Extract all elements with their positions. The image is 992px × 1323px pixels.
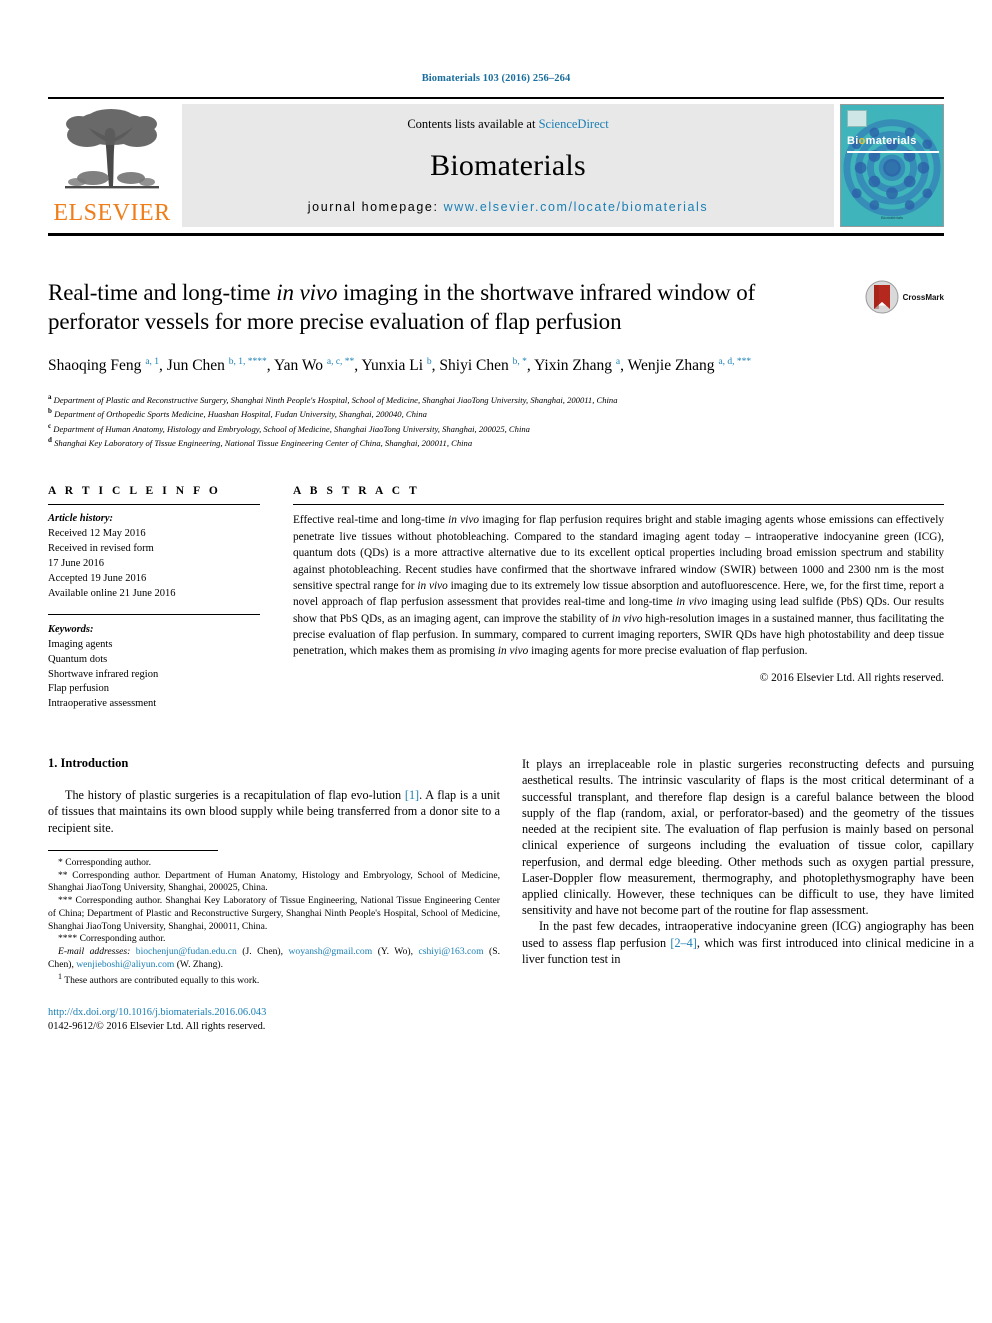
author-entry: Yunxia Li b,: [361, 356, 440, 374]
author-list: Shaoqing Feng a, 1, Jun Chen b, 1, ****,…: [48, 354, 838, 377]
journal-cover-thumbnail: Biomaterials Biomaterials: [840, 104, 944, 227]
article-page: Biomaterials 103 (2016) 256–264 ELSEVIER…: [0, 0, 992, 1323]
footnote-item: **** Corresponding author.: [58, 933, 166, 945]
intro-paragraph-right-1: It plays an irreplaceable role in plasti…: [522, 757, 974, 918]
issn-copyright-line: 0142-9612/© 2016 Elsevier Ltd. All right…: [48, 1021, 266, 1033]
footnote-item: ** Corresponding author. Department of H…: [48, 869, 500, 894]
email-addresses-label: E-mail addresses:: [58, 946, 131, 958]
footnote-separator: [48, 849, 218, 851]
affiliation-item: a Department of Plastic and Reconstructi…: [48, 393, 618, 405]
citation-ref[interactable]: [2–4]: [670, 936, 696, 950]
footnote-equal-contribution: 1 These authors are contributed equally …: [58, 971, 260, 986]
email-link[interactable]: wenjieboshi@aliyun.com: [76, 959, 174, 970]
doi-link[interactable]: http://dx.doi.org/10.1016/j.biomaterials…: [48, 1006, 500, 1021]
doi-block: http://dx.doi.org/10.1016/j.biomaterials…: [48, 1006, 500, 1035]
elsevier-logo: ELSEVIER: [48, 104, 176, 227]
keyword-item: Quantum dots: [48, 653, 108, 665]
masthead-top-rule: [48, 97, 944, 99]
footnote-emails: E-mail addresses: biochenjun@fudan.edu.c…: [48, 946, 500, 970]
keyword-item: Shortwave infrared region: [48, 668, 159, 680]
elsevier-wordmark: ELSEVIER: [53, 200, 171, 226]
author-entry: Shiyi Chen b, *,: [439, 356, 535, 374]
body-column-left: 1. Introduction The history of plastic s…: [48, 756, 500, 1034]
abstract-text: Effective real-time and long-time in viv…: [293, 514, 945, 658]
affiliation-list: a Department of Plastic and Reconstructi…: [48, 392, 944, 449]
journal-homepage-link[interactable]: www.elsevier.com/locate/biomaterials: [444, 200, 709, 214]
intro-paragraph-left: The history of plastic surgeries is a re…: [48, 788, 500, 835]
masthead-center-panel: Contents lists available at ScienceDirec…: [182, 104, 834, 227]
abstract-copyright: © 2016 Elsevier Ltd. All rights reserved…: [759, 671, 944, 684]
sciencedirect-link[interactable]: ScienceDirect: [539, 117, 609, 131]
keyword-item: Flap perfusion: [48, 683, 109, 695]
body-column-right: It plays an irreplaceable role in plasti…: [522, 756, 974, 1034]
author-entry: Wenjie Zhang a, d, ***: [627, 356, 752, 374]
article-info-rule: [48, 504, 260, 506]
running-head: Biomaterials 103 (2016) 256–264: [421, 73, 571, 84]
elsevier-tree-icon: [65, 109, 159, 189]
contents-available-line: Contents lists available at ScienceDirec…: [407, 117, 608, 132]
keyword-item: Intraoperative assessment: [48, 698, 157, 710]
author-entry: Yixin Zhang a,: [534, 356, 628, 374]
journal-title: Biomaterials: [430, 149, 586, 182]
section-heading-introduction: 1. Introduction: [48, 756, 129, 771]
footnote-item: *** Corresponding author. Shanghai Key L…: [48, 895, 500, 932]
email-link[interactable]: woyansh@gmail.com: [288, 946, 372, 957]
crossmark-badge[interactable]: CrossMark: [865, 280, 944, 314]
history-item: Received in revised form: [48, 543, 154, 555]
title-block: Real-time and long-time in vivo imaging …: [48, 278, 944, 449]
history-item: Received 12 May 2016: [48, 528, 146, 540]
contents-prefix: Contents lists available at: [407, 117, 539, 131]
footnote-item: * Corresponding author.: [58, 856, 151, 868]
author-entry: Jun Chen b, 1, ****,: [166, 356, 274, 374]
history-item: Accepted 19 June 2016: [48, 573, 147, 584]
keywords-label: Keywords:: [48, 623, 94, 635]
article-history-block: Article history: Received 12 May 2016 Re…: [48, 512, 260, 601]
citation-ref[interactable]: [1]: [405, 788, 419, 802]
email-link[interactable]: biochenjun@fudan.edu.cn: [136, 946, 237, 957]
email-link[interactable]: cshiyi@163.com: [419, 946, 484, 957]
keywords-block: Keywords: Imaging agents Quantum dots Sh…: [48, 613, 260, 712]
article-info-heading: A R T I C L E I N F O: [48, 485, 221, 498]
cover-journal-title: Biomaterials: [847, 135, 917, 147]
cover-title-underline: [847, 151, 939, 153]
homepage-prefix: journal homepage:: [307, 200, 444, 214]
article-title: Real-time and long-time in vivo imaging …: [48, 280, 756, 335]
affiliation-item: d Shanghai Key Laboratory of Tissue Engi…: [48, 436, 473, 448]
affiliation-item: b Department of Orthopedic Sports Medici…: [48, 407, 427, 420]
abstract-column: A B S T R A C T Effective real-time and …: [293, 485, 944, 712]
masthead-bottom-rule: [48, 233, 944, 236]
abstract-heading: A B S T R A C T: [293, 485, 420, 498]
body-region: 1. Introduction The history of plastic s…: [48, 756, 974, 1034]
author-entry: Shaoqing Feng a, 1,: [48, 356, 167, 374]
author-entry: Yan Wo a, c, **,: [273, 356, 362, 374]
history-item: 17 June 2016: [48, 558, 104, 570]
cover-publisher-mark: [847, 110, 867, 127]
history-item: Available online 21 June 2016: [48, 587, 176, 599]
article-info-column: A R T I C L E I N F O Article history: R…: [48, 485, 260, 712]
abstract-rule: [293, 504, 944, 506]
affiliation-item: c Department of Human Anatomy, Histology…: [48, 421, 530, 434]
crossmark-icon: [865, 280, 899, 314]
footnotes-block: * Corresponding author. ** Corresponding…: [48, 857, 500, 988]
cover-footer-text: Biomaterials: [880, 215, 903, 220]
journal-homepage-line: journal homepage: www.elsevier.com/locat…: [308, 200, 708, 214]
info-abstract-region: A R T I C L E I N F O Article history: R…: [48, 485, 944, 712]
crossmark-label: CrossMark: [902, 292, 944, 302]
journal-masthead: ELSEVIER Contents lists available at Sci…: [48, 97, 944, 236]
intro-paragraph-right-2: In the past few decades, intraoperative …: [522, 919, 974, 966]
keyword-item: Imaging agents: [48, 638, 113, 650]
article-history-label: Article history:: [48, 513, 114, 525]
